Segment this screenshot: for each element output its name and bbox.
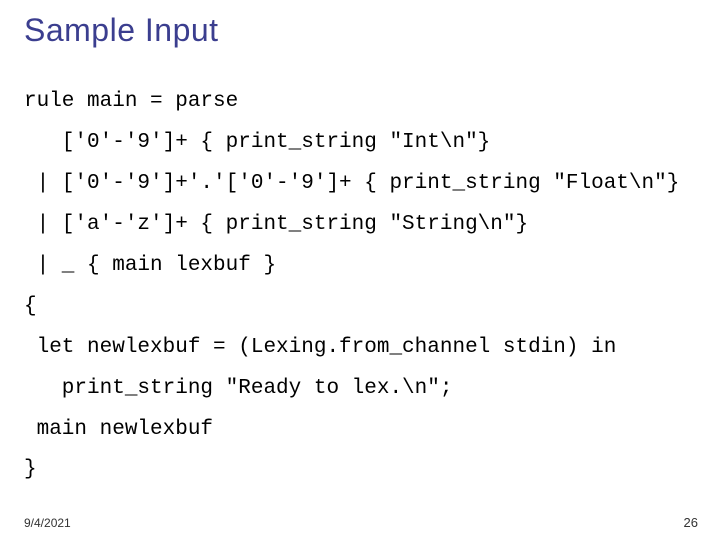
slide-title: Sample Input <box>24 12 219 49</box>
footer-date: 9/4/2021 <box>24 516 71 530</box>
footer-page-number: 26 <box>684 515 698 530</box>
code-block: rule main = parse ['0'-'9']+ { print_str… <box>24 82 710 491</box>
slide: Sample Input rule main = parse ['0'-'9']… <box>0 0 720 540</box>
